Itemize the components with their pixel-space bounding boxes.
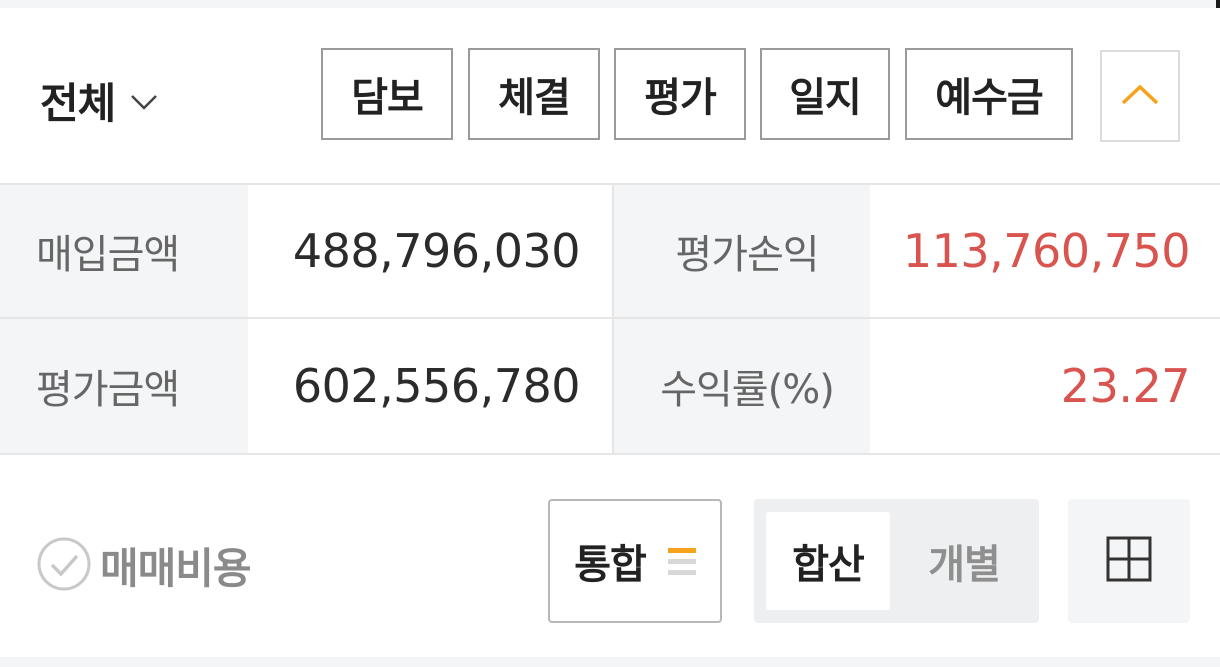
eval-amount-value: 602,556,780 — [248, 319, 614, 453]
menu-lines-icon — [667, 547, 696, 575]
tab-execution[interactable]: 체결 — [468, 48, 600, 140]
options-bar: 매매비용 통합 합산 개별 — [0, 457, 1220, 657]
chevron-down-icon — [129, 93, 159, 115]
account-selector[interactable]: 전체 — [40, 70, 159, 131]
tab-deposit[interactable]: 예수금 — [905, 48, 1073, 140]
summary-row: 매입금액 488,796,030 평가손익 113,760,750 — [0, 185, 1220, 319]
expand-button[interactable] — [1068, 499, 1190, 623]
eval-pl-value: 113,760,750 — [870, 185, 1220, 317]
top-divider — [0, 0, 1220, 8]
fee-toggle[interactable]: 매매비용 — [36, 535, 252, 596]
account-label: 전체 — [40, 79, 116, 128]
return-rate-label: 수익률(%) — [614, 319, 870, 453]
fee-label: 매매비용 — [100, 544, 252, 593]
tab-journal[interactable]: 일지 — [760, 48, 890, 140]
segment-individual[interactable]: 개별 — [896, 512, 1032, 610]
tab-evaluation[interactable]: 평가 — [614, 48, 746, 140]
summary-row: 평가금액 602,556,780 수익률(%) 23.27 — [0, 319, 1220, 453]
collapse-button[interactable] — [1100, 50, 1180, 142]
account-header: 전체 담보 체결 평가 일지 예수금 — [0, 8, 1220, 183]
return-rate-value: 23.27 — [870, 319, 1220, 453]
tab-collateral[interactable]: 담보 — [321, 48, 453, 140]
plus-square-icon — [1105, 535, 1153, 587]
purchase-amount-label: 매입금액 — [0, 185, 248, 317]
segment-combined[interactable]: 합산 — [766, 512, 890, 610]
sum-mode-toggle: 합산 개별 — [754, 499, 1039, 623]
merge-label: 통합 — [574, 542, 647, 588]
check-circle-icon — [36, 536, 92, 596]
summary-grid: 매입금액 488,796,030 평가손익 113,760,750 평가금액 6… — [0, 183, 1220, 455]
chevron-up-icon — [1119, 82, 1161, 110]
eval-amount-label: 평가금액 — [0, 319, 248, 453]
merge-button[interactable]: 통합 — [548, 499, 722, 623]
eval-pl-label: 평가손익 — [614, 185, 870, 317]
purchase-amount-value: 488,796,030 — [248, 185, 614, 317]
bottom-divider — [0, 657, 1220, 667]
